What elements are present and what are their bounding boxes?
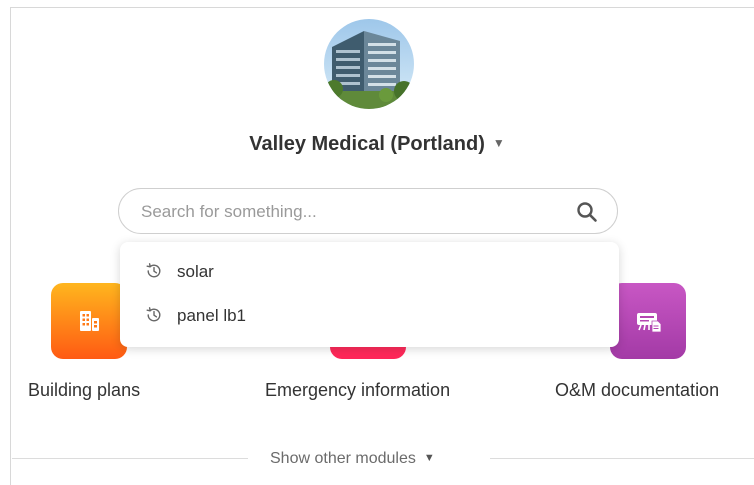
module-om-documentation-tile[interactable] bbox=[610, 283, 686, 359]
show-other-modules-label: Show other modules bbox=[270, 450, 416, 467]
other-modules-row: Show other modules ▼ bbox=[0, 447, 754, 469]
recent-search-label: panel lb1 bbox=[177, 306, 247, 325]
show-other-modules-button[interactable]: Show other modules ▼ bbox=[270, 447, 435, 470]
om-document-icon bbox=[637, 313, 662, 333]
chevron-down-icon: ▼ bbox=[423, 452, 435, 464]
divider bbox=[490, 458, 754, 459]
building-icon bbox=[80, 311, 99, 331]
divider bbox=[12, 458, 248, 459]
history-icon bbox=[146, 263, 161, 278]
module-building-plans-tile[interactable] bbox=[51, 283, 127, 359]
recent-searches-dropdown: solar panel lb1 bbox=[120, 242, 619, 347]
recent-search-item[interactable]: solar bbox=[120, 252, 619, 292]
recent-search-item[interactable]: panel lb1 bbox=[120, 296, 619, 336]
module-om-documentation-label[interactable]: O&M documentation bbox=[555, 379, 719, 401]
recent-search-label: solar bbox=[177, 262, 214, 281]
module-building-plans-label[interactable]: Building plans bbox=[28, 379, 140, 401]
module-emergency-information-label[interactable]: Emergency information bbox=[265, 379, 450, 401]
history-icon bbox=[146, 307, 161, 322]
